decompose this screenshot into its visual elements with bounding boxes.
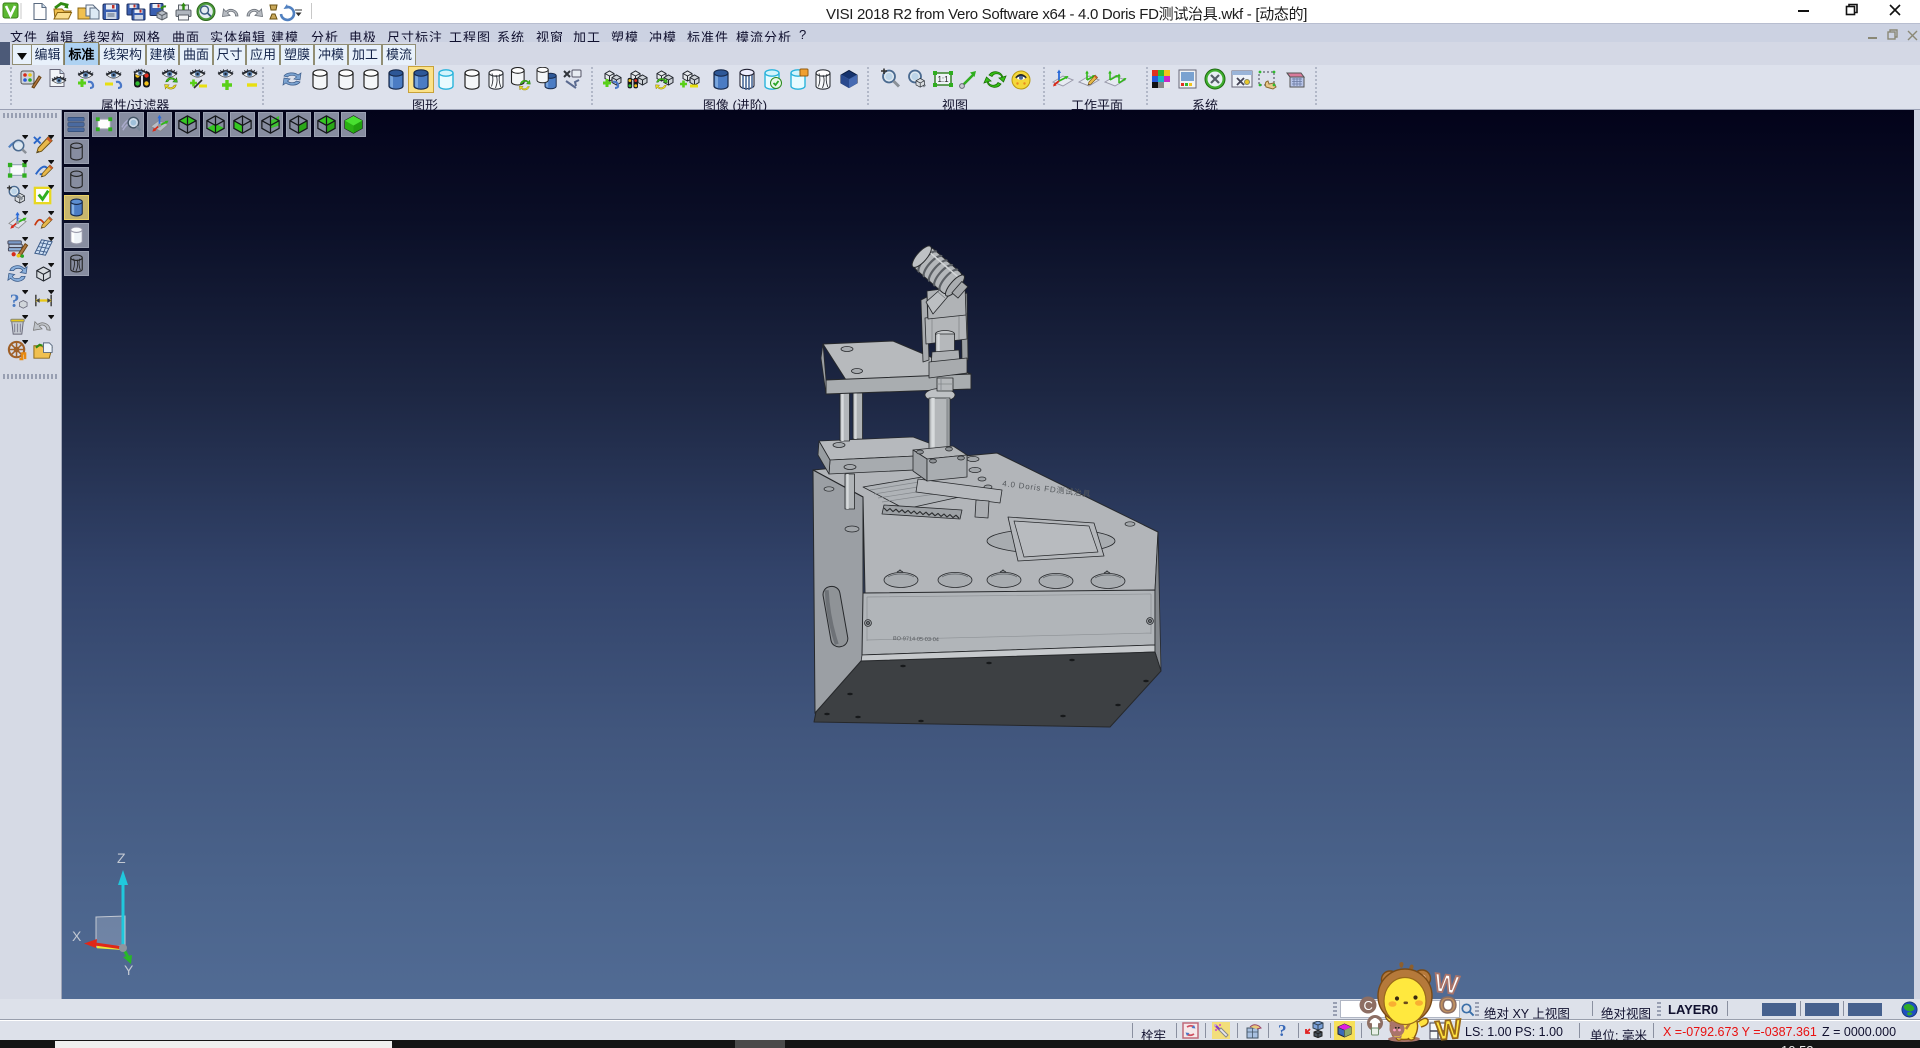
- svg-text:W: W: [1434, 1014, 1463, 1044]
- svg-text:?: ?: [1278, 1021, 1287, 1040]
- svg-text:BO-9714-05-03-04: BO-9714-05-03-04: [893, 636, 939, 643]
- svg-text:C: C: [1364, 998, 1373, 1013]
- svg-text:Y: Y: [124, 962, 134, 978]
- svg-text:?: ?: [10, 291, 20, 312]
- svg-text:1:1: 1:1: [937, 75, 949, 84]
- svg-text:Z: Z: [117, 850, 126, 866]
- svg-text:X: X: [72, 928, 82, 944]
